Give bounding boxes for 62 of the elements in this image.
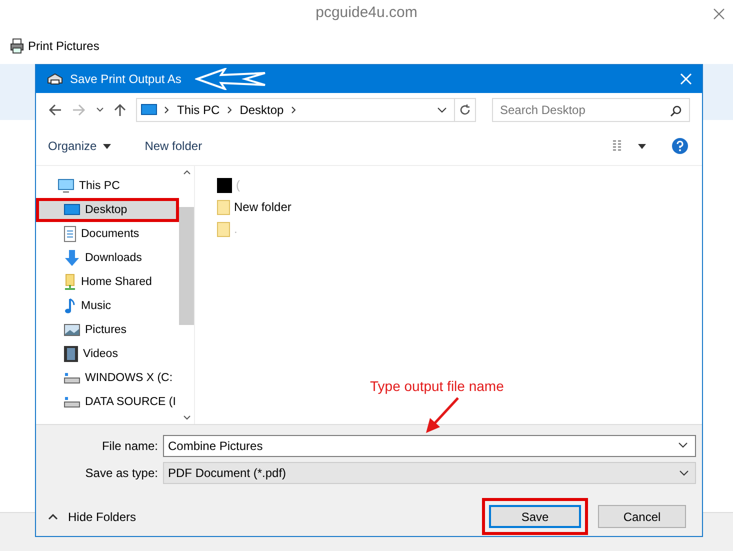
- music-note-icon: [64, 298, 76, 314]
- search-field[interactable]: Search Desktop: [492, 98, 690, 122]
- breadcrumb[interactable]: This PC: [177, 103, 220, 117]
- cancel-button[interactable]: Cancel: [598, 505, 686, 528]
- chevron-up-icon: [48, 514, 58, 520]
- save-type-dropdown[interactable]: PDF Document (*.pdf): [163, 462, 696, 484]
- annotation-text: Type output file name: [370, 378, 504, 394]
- new-folder-button[interactable]: New folder: [140, 137, 206, 155]
- document-icon: [64, 226, 76, 242]
- file-item[interactable]: New folder: [217, 196, 680, 218]
- folder-icon: [217, 200, 230, 214]
- dialog-title: Save Print Output As: [70, 72, 182, 86]
- chevron-down-icon: [678, 442, 688, 448]
- tree-item[interactable]: Desktop: [36, 198, 179, 222]
- caret-icon[interactable]: [638, 144, 646, 148]
- window-title: Print Pictures: [28, 39, 100, 53]
- tree-item[interactable]: This PC: [36, 174, 179, 198]
- chevron-right-icon: [226, 106, 233, 114]
- hide-folders-button[interactable]: Hide Folders: [44, 506, 140, 528]
- tree-item[interactable]: Downloads: [36, 246, 179, 270]
- chevron-down-icon[interactable]: [96, 107, 104, 113]
- scroll-thumb[interactable]: [179, 207, 194, 325]
- monitor-icon: [64, 204, 80, 216]
- chevron-down-icon: [679, 470, 689, 476]
- tree-item[interactable]: Pictures: [36, 318, 179, 342]
- tree-item[interactable]: Music: [36, 294, 179, 318]
- refresh-icon[interactable]: [459, 104, 471, 116]
- chevron-right-icon: [164, 106, 170, 114]
- site-caption: pcguide4u.com: [316, 4, 418, 23]
- drive-icon: [64, 372, 80, 384]
- caret-icon: [102, 144, 111, 148]
- field-label: File name:: [100, 439, 158, 453]
- address-bar[interactable]: This PC Desktop: [136, 98, 476, 122]
- film-icon: [64, 346, 78, 362]
- down-arrow-icon: [64, 250, 80, 266]
- search-icon: [670, 105, 682, 117]
- monitor-icon: [141, 104, 157, 116]
- monitor-icon: [58, 179, 74, 193]
- organize-button[interactable]: Organize: [44, 137, 115, 155]
- file-name-field[interactable]: Combine Pictures: [163, 435, 696, 457]
- chevron-down-icon[interactable]: [437, 107, 447, 113]
- close-icon[interactable]: [713, 8, 725, 20]
- tree-item[interactable]: DATA SOURCE (I: [36, 390, 179, 414]
- breadcrumb[interactable]: Desktop: [240, 103, 284, 117]
- field-label: Save as type:: [84, 466, 158, 480]
- shared-folder-icon: [64, 274, 76, 290]
- tree-item[interactable]: Videos: [36, 342, 179, 366]
- folder-icon: [217, 222, 230, 236]
- tree-item[interactable]: Home Shared: [36, 270, 179, 294]
- square-thumbnail-icon: [217, 178, 232, 192]
- up-arrow-icon[interactable]: [114, 103, 126, 117]
- chevron-up-icon[interactable]: [182, 170, 190, 175]
- chevron-down-icon[interactable]: [182, 415, 190, 420]
- pointer-arrow: [424, 396, 460, 434]
- help-icon[interactable]: [672, 138, 688, 154]
- chevron-right-icon: [290, 106, 297, 114]
- save-button[interactable]: Save: [489, 505, 581, 528]
- tree-item[interactable]: Documents: [36, 222, 179, 246]
- picture-icon: [64, 324, 80, 336]
- tree-item[interactable]: WINDOWS X (C:: [36, 366, 179, 390]
- back-arrow-icon[interactable]: [48, 104, 62, 116]
- drive-icon: [64, 396, 80, 408]
